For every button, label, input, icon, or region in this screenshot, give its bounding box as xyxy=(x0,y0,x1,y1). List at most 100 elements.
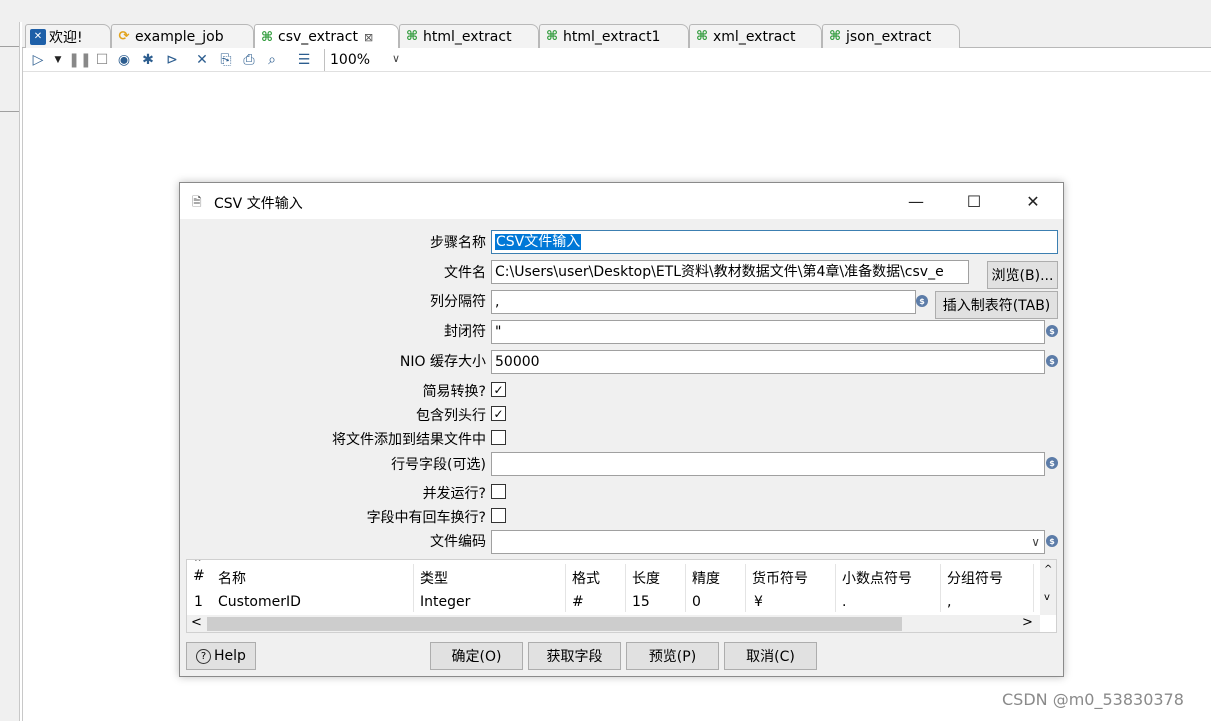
table-cell[interactable]: 0 xyxy=(692,594,701,610)
job-icon: ⟳ xyxy=(118,29,130,44)
transformation-icon: ⌘ xyxy=(695,29,709,44)
step-name-input[interactable]: CSV文件输入 xyxy=(491,230,1058,254)
csv-file-icon: 🗎 xyxy=(192,195,202,209)
impact-icon[interactable]: ⎘ xyxy=(217,50,235,70)
table-cell[interactable]: . xyxy=(842,594,846,610)
rownum-field-input[interactable] xyxy=(491,452,1045,476)
header-row-label: 包含列头行 xyxy=(416,408,486,424)
tab-label: json_extract xyxy=(846,28,932,45)
transformation-icon: ⌘ xyxy=(828,29,842,44)
verify-icon[interactable]: ✕ xyxy=(193,50,211,70)
table-header[interactable]: 格式 xyxy=(572,568,600,588)
left-panel-strip xyxy=(0,22,20,721)
table-cell[interactable]: 15 xyxy=(632,594,650,610)
browse-button[interactable]: 浏览(B)... xyxy=(987,261,1058,289)
tab-html-extract[interactable]: ⌘ html_extract xyxy=(399,24,539,48)
preview-button[interactable]: 预览(P) xyxy=(626,642,719,670)
tab-welcome[interactable]: ✕ 欢迎! xyxy=(25,24,111,48)
scroll-down-icon[interactable]: v xyxy=(1044,592,1050,603)
scroll-left-icon[interactable]: < xyxy=(191,615,202,630)
tab-example-job[interactable]: ⟳ example_job xyxy=(111,24,254,48)
table-header[interactable]: 分组符号 xyxy=(947,568,1003,588)
scroll-right-icon[interactable]: > xyxy=(1022,615,1033,630)
minimize-button[interactable]: — xyxy=(887,183,945,219)
tab-label: html_extract xyxy=(423,28,512,45)
variable-icon[interactable]: $ xyxy=(1046,535,1058,547)
delimiter-label: 列分隔符 xyxy=(430,294,486,310)
lazy-conversion-checkbox[interactable]: ✓ xyxy=(491,382,506,397)
tab-label: html_extract1 xyxy=(563,28,661,45)
zoom-select[interactable]: 100% ∨ xyxy=(324,49,404,71)
header-row-checkbox[interactable]: ✓ xyxy=(491,406,506,421)
show-results-icon[interactable]: ☰ xyxy=(295,50,313,70)
table-header[interactable]: 类型 xyxy=(420,568,448,588)
variable-icon[interactable]: $ xyxy=(1046,325,1058,337)
maximize-button[interactable]: ☐ xyxy=(945,183,1003,219)
chevron-down-icon: ∨ xyxy=(391,52,400,65)
variable-icon[interactable]: $ xyxy=(916,295,928,307)
table-header[interactable]: 名称 xyxy=(218,568,246,588)
chevron-down-icon: ∨ xyxy=(1031,535,1040,549)
table-header[interactable]: 货币符号 xyxy=(752,568,808,588)
debug-icon[interactable]: ✱ xyxy=(139,50,157,70)
ok-button[interactable]: 确定(O) xyxy=(430,642,523,670)
help-button[interactable]: ? Help xyxy=(186,642,256,670)
tab-csv-extract[interactable]: ⌘ csv_extract ⊠ xyxy=(254,24,399,49)
table-header[interactable]: 长度 xyxy=(632,568,660,588)
table-header[interactable]: 精度 xyxy=(692,568,720,588)
top-strip xyxy=(0,0,1211,22)
enclosure-input[interactable]: " xyxy=(491,320,1045,344)
tab-label: example_job xyxy=(135,28,224,45)
replay-icon[interactable]: ⊳ xyxy=(163,50,181,70)
table-cell[interactable]: Integer xyxy=(420,594,470,610)
transformation-icon: ⌘ xyxy=(405,29,419,44)
preview-eye-icon[interactable]: ◉ xyxy=(115,50,133,70)
step-name-value: CSV文件输入 xyxy=(495,234,582,250)
encoding-select[interactable]: ∨ xyxy=(491,530,1045,554)
table-header[interactable]: 小数点符号 xyxy=(842,568,912,588)
sql-icon[interactable]: ⎙ xyxy=(240,50,258,70)
insert-tab-button[interactable]: 插入制表符(TAB) xyxy=(935,291,1058,319)
newline-in-field-checkbox[interactable] xyxy=(491,508,506,523)
table-cell[interactable]: CustomerID xyxy=(218,594,301,610)
parallel-checkbox[interactable] xyxy=(491,484,506,499)
stop-icon[interactable]: ☐ xyxy=(93,50,111,70)
table-header[interactable]: # xyxy=(193,568,205,584)
tab-json-extract[interactable]: ⌘ json_extract xyxy=(822,24,960,48)
tab-html-extract1[interactable]: ⌘ html_extract1 xyxy=(539,24,689,48)
close-button[interactable]: ✕ xyxy=(1004,183,1062,219)
chevron-down-icon[interactable]: ▼ xyxy=(49,50,67,70)
rownum-field-label: 行号字段(可选) xyxy=(391,457,486,473)
nio-buffer-input[interactable]: 50000 xyxy=(491,350,1045,374)
filename-label: 文件名 xyxy=(444,265,486,281)
csv-input-dialog: 🗎 CSV 文件输入 — ☐ ✕ 步骤名称 CSV文件输入 文件名 C:\Use… xyxy=(179,182,1064,677)
sort-icon: ^ xyxy=(194,559,202,568)
delimiter-input[interactable]: , xyxy=(491,290,916,314)
table-cell[interactable]: 1 xyxy=(194,594,203,610)
get-fields-button[interactable]: 获取字段 xyxy=(528,642,621,670)
welcome-icon: ✕ xyxy=(30,28,46,45)
pause-icon[interactable]: ❚❚ xyxy=(68,50,91,70)
variable-icon[interactable]: $ xyxy=(1046,355,1058,367)
transformation-icon: ⌘ xyxy=(260,29,274,45)
explore-db-icon[interactable]: ⌕ xyxy=(263,50,281,70)
run-icon[interactable]: ▷ xyxy=(29,50,47,70)
table-cell[interactable]: # xyxy=(572,594,584,610)
table-cell[interactable]: , xyxy=(947,594,951,610)
newline-in-field-label: 字段中有回车换行? xyxy=(366,510,486,526)
parallel-label: 并发运行? xyxy=(422,486,486,502)
vertical-scrollbar[interactable]: ^ v xyxy=(1040,560,1056,615)
tab-label: 欢迎! xyxy=(49,29,83,46)
close-icon[interactable]: ⊠ xyxy=(364,31,373,44)
filename-input[interactable]: C:\Users\user\Desktop\ETL资料\教材数据文件\第4章\准… xyxy=(491,260,969,284)
lazy-conversion-label: 简易转换? xyxy=(422,384,486,400)
tab-xml-extract[interactable]: ⌘ xml_extract xyxy=(689,24,822,48)
tab-label: xml_extract xyxy=(713,28,796,45)
add-to-result-checkbox[interactable] xyxy=(491,430,506,445)
cancel-button[interactable]: 取消(C) xyxy=(724,642,817,670)
variable-icon[interactable]: $ xyxy=(1046,457,1058,469)
horizontal-scrollbar[interactable]: < > xyxy=(187,615,1040,632)
scroll-up-icon[interactable]: ^ xyxy=(1044,564,1052,575)
scrollbar-thumb[interactable] xyxy=(207,617,902,631)
table-cell[interactable]: ¥ xyxy=(754,594,763,610)
